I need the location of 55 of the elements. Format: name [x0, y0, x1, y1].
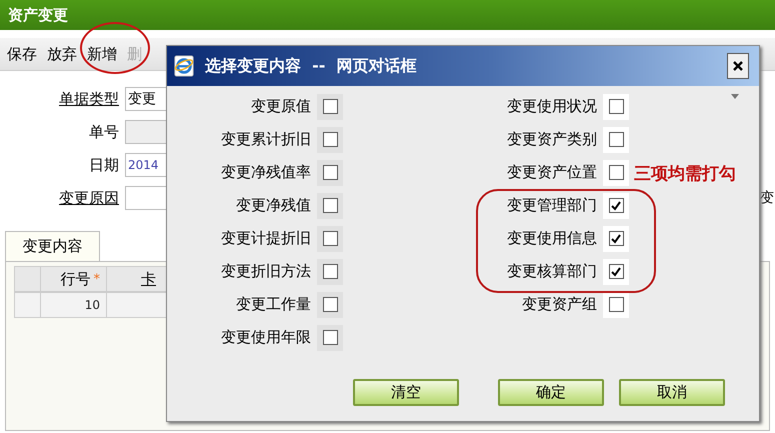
annotation-circle	[80, 22, 150, 74]
option-label: 变更使用信息	[506, 229, 598, 248]
option-label: 变更计提折旧	[220, 229, 312, 248]
field-label[interactable]: 变更原因	[0, 188, 125, 208]
checkbox[interactable]	[608, 132, 624, 147]
checkbox[interactable]	[322, 132, 338, 147]
checkbox[interactable]	[608, 231, 624, 246]
browser-icon	[173, 55, 195, 77]
close-icon	[732, 60, 744, 72]
table-cell: 10	[41, 292, 107, 318]
option-label: 变更资产位置	[506, 163, 598, 182]
row-header-cell	[14, 292, 41, 318]
checkbox[interactable]	[322, 297, 338, 312]
checkbox[interactable]	[322, 231, 338, 246]
field-label: 变	[760, 189, 775, 207]
checkbox[interactable]	[322, 264, 338, 279]
option-label: 变更核算部门	[506, 262, 598, 281]
required-mark: *	[94, 272, 100, 286]
checkbox[interactable]	[608, 297, 624, 312]
option-label: 变更工作量	[235, 295, 312, 314]
option-label: 变更使用年限	[220, 328, 312, 347]
option-label: 变更累计折旧	[220, 130, 312, 149]
column-header[interactable]: 行号 *	[41, 266, 107, 292]
checkbox[interactable]	[322, 165, 338, 180]
checkbox[interactable]	[608, 165, 624, 180]
option-label: 变更使用状况	[506, 97, 598, 116]
toolbar-button[interactable]: 新增	[82, 44, 122, 64]
field-label: 单号	[88, 122, 120, 142]
option-label: 变更折旧方法	[220, 262, 312, 281]
field-label[interactable]: 单据类型	[0, 90, 125, 108]
checkbox[interactable]	[322, 330, 338, 345]
checkbox[interactable]	[608, 264, 624, 279]
dialog-title: 选择变更内容 -- 网页对话框	[205, 56, 417, 76]
dialog-button[interactable]: 清空	[353, 379, 459, 406]
toolbar-button[interactable]: 保存	[2, 44, 42, 64]
option-label: 变更净残值	[235, 196, 312, 215]
dialog-button[interactable]: 确定	[498, 379, 604, 406]
toolbar-button[interactable]: 放弃	[42, 44, 82, 64]
option-label: 变更资产类别	[506, 130, 598, 149]
row-header-cell	[14, 266, 41, 292]
field-label: 日期	[88, 156, 120, 174]
window-title: 资产变更	[8, 6, 68, 24]
tab[interactable]: 变更内容	[5, 231, 100, 261]
checkbox[interactable]	[608, 99, 624, 114]
option-label: 变更原值	[250, 97, 312, 116]
dialog-button[interactable]: 取消	[619, 379, 725, 406]
scroll-arrow-icon[interactable]	[731, 94, 739, 99]
option-label: 变更资产组	[521, 295, 598, 314]
option-label: 变更管理部门	[506, 196, 598, 215]
checkbox[interactable]	[608, 198, 624, 213]
annotation-text: 三项均需打勾	[634, 163, 736, 185]
checkbox[interactable]	[322, 99, 338, 114]
close-button[interactable]	[727, 53, 749, 79]
option-label: 变更净残值率	[220, 163, 312, 182]
checkbox[interactable]	[322, 198, 338, 213]
